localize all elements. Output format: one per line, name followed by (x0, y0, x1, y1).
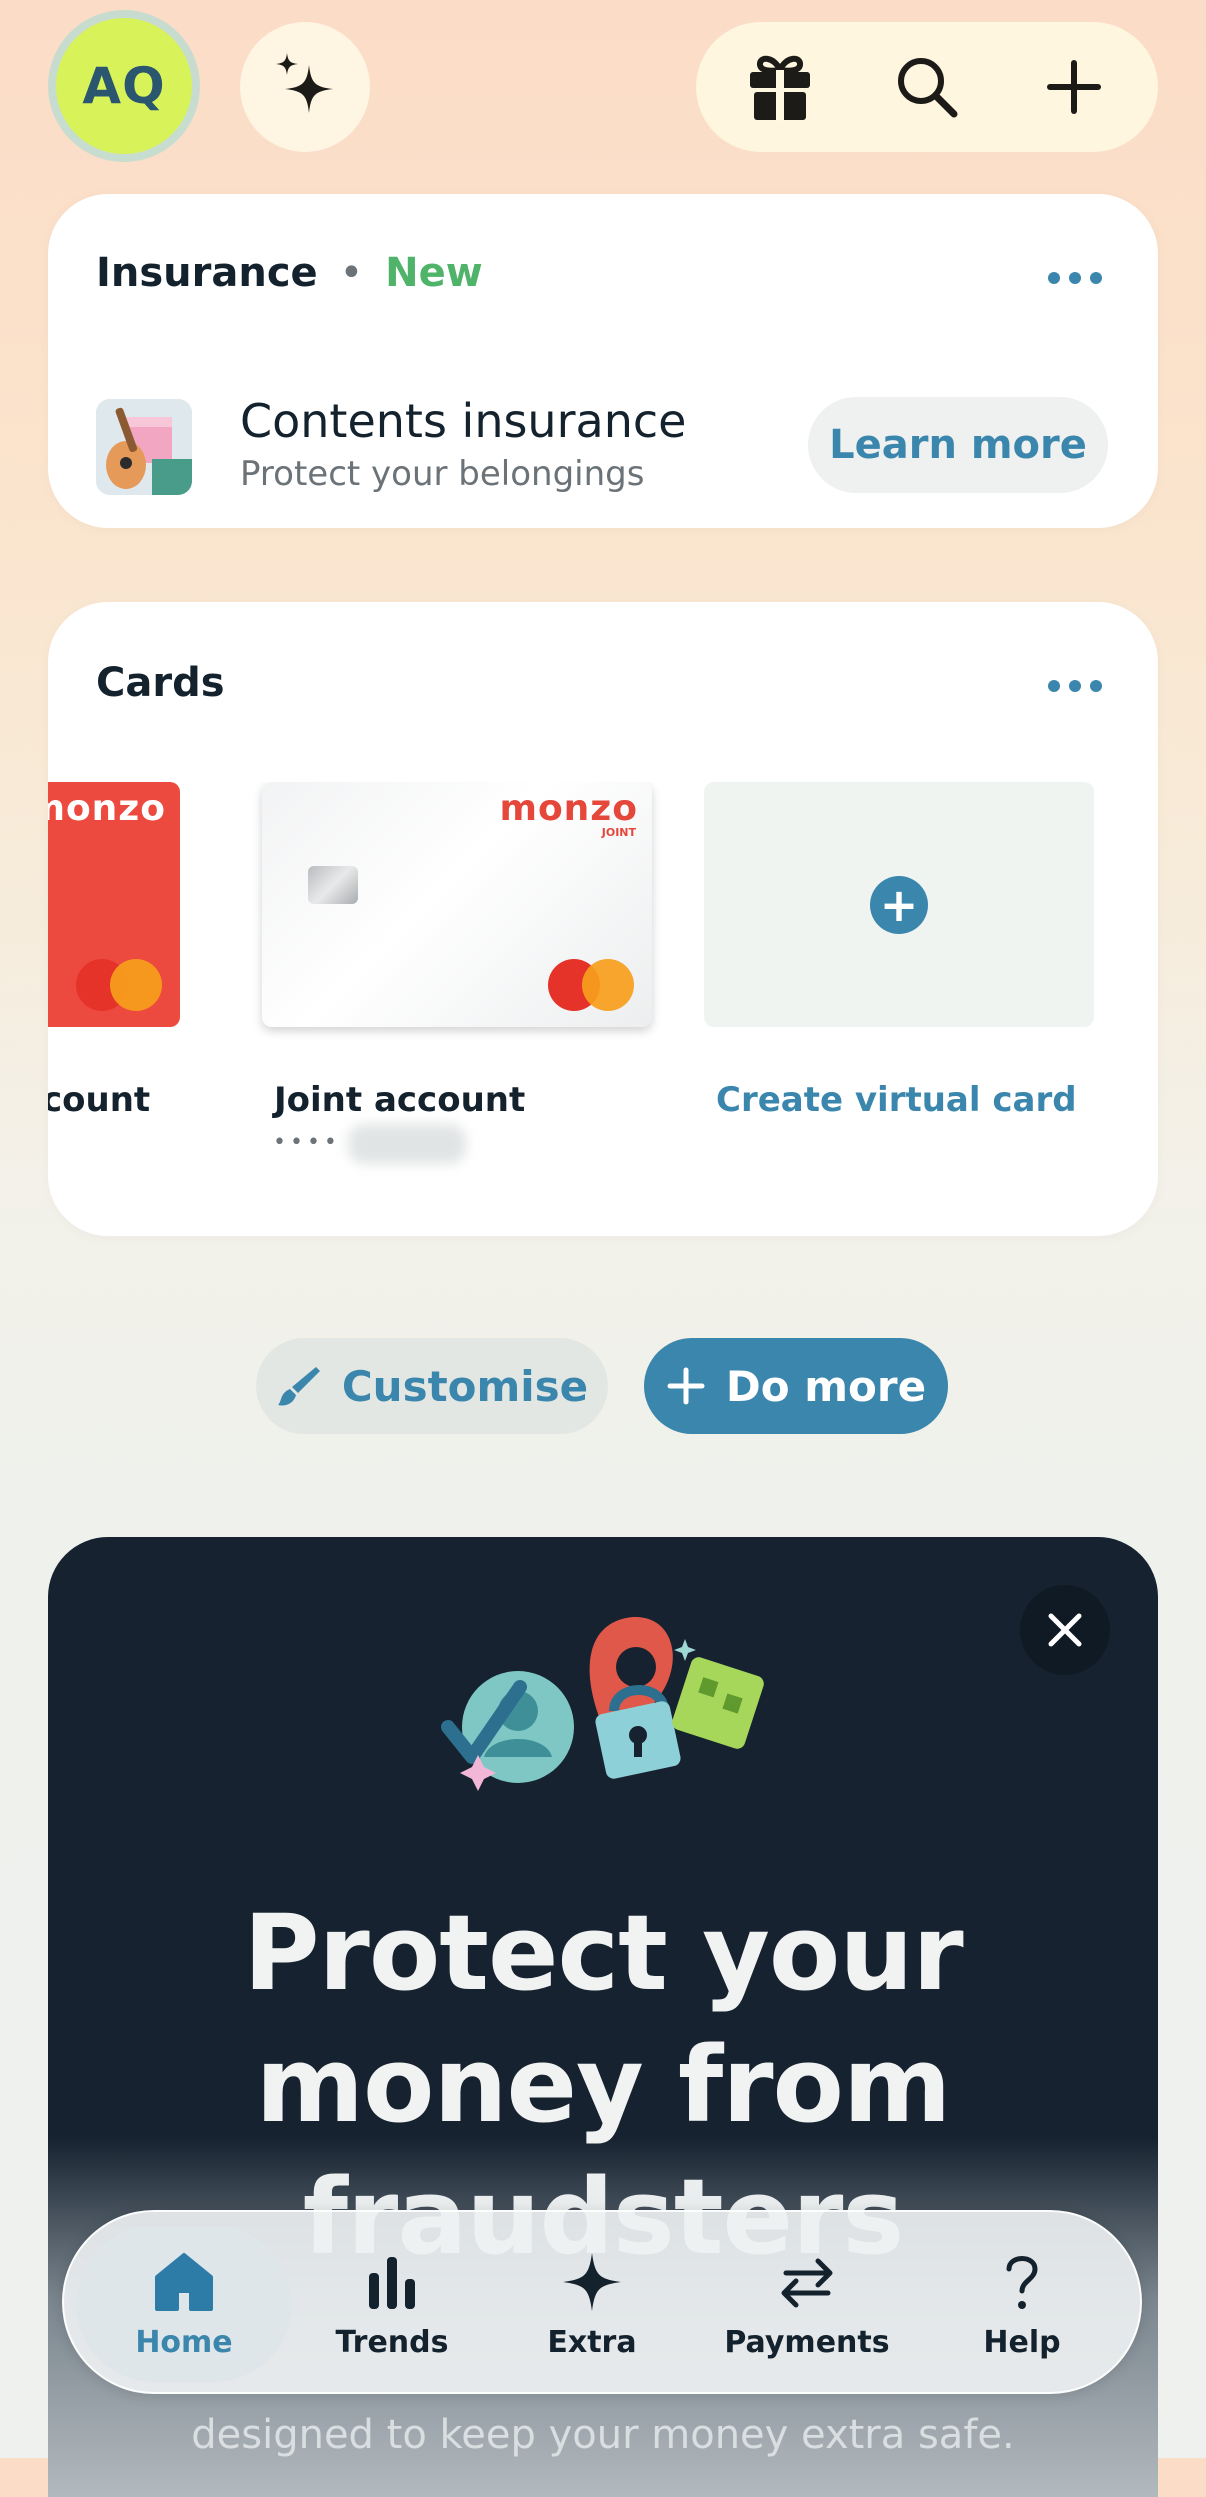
blurred-card-digits (348, 1124, 466, 1164)
create-virtual-card-link[interactable]: Create virtual card (716, 1080, 1077, 1120)
personal-account-label: count (48, 1080, 151, 1120)
tab-payments-label: Payments (724, 2324, 890, 2360)
title-separator: • (339, 250, 364, 296)
cards-title: Cards (96, 660, 225, 706)
monzo-logo: monzo (48, 788, 166, 829)
cards-carousel[interactable]: monzo count monzo JOINT Joint account ••… (48, 782, 1158, 1202)
tab-trends[interactable]: Trends (292, 2226, 492, 2382)
tab-help-label: Help (983, 2324, 1061, 2360)
transfer-arrows-icon (781, 2258, 833, 2307)
chip-icon (308, 866, 358, 904)
more-dot-icon (1090, 680, 1102, 692)
bar-chart-icon (369, 2256, 415, 2309)
mastercard-icon (76, 959, 162, 1011)
contents-insurance-title: Contents insurance (240, 394, 687, 448)
contents-insurance-illustration (96, 399, 192, 495)
more-dot-icon (1090, 272, 1102, 284)
contents-insurance-subtitle: Protect your belongings (240, 454, 645, 494)
customise-label: Customise (341, 1361, 589, 1411)
plus-circle-icon: + (870, 875, 928, 934)
cards-more-button[interactable] (1048, 680, 1102, 692)
plus-icon (1047, 60, 1102, 114)
avatar[interactable]: AQ (56, 18, 192, 154)
joint-label: JOINT (601, 826, 636, 839)
tab-extra[interactable]: Extra (492, 2226, 692, 2382)
new-badge: New (385, 250, 483, 296)
cards-card: Cards monzo count monzo JOINT Joint acco… (48, 602, 1158, 1236)
search-button[interactable] (882, 42, 972, 132)
customise-button[interactable]: Customise (256, 1338, 608, 1434)
home-icon (155, 2252, 213, 2311)
create-virtual-card-tile[interactable]: + (704, 782, 1094, 1027)
masked-card-number: •••• (273, 1130, 341, 1155)
more-dot-icon (1048, 272, 1060, 284)
insurance-more-button[interactable] (1048, 272, 1102, 284)
help-icon (1006, 2255, 1038, 2309)
learn-more-button[interactable]: Learn more (808, 397, 1108, 493)
ai-assistant-button[interactable] (240, 22, 370, 152)
gift-button[interactable] (735, 42, 825, 132)
insurance-header: Insurance • New (96, 250, 483, 296)
monzo-logo: monzo (499, 788, 638, 829)
sparkle-icon (563, 2252, 621, 2311)
top-actions (696, 22, 1158, 152)
tab-help[interactable]: Help (922, 2226, 1122, 2382)
insurance-card: Insurance • New Contents insurance Prote… (48, 194, 1158, 528)
personal-account-card[interactable]: monzo (48, 782, 180, 1027)
tab-home[interactable]: Home (76, 2226, 292, 2382)
bottom-tab-bar: Home Trends Extra Payments Help (62, 2210, 1142, 2394)
plus-icon (667, 1367, 705, 1405)
more-dot-icon (1048, 680, 1060, 692)
tab-extra-label: Extra (547, 2324, 637, 2360)
close-icon (1048, 1613, 1082, 1647)
joint-account-card[interactable]: monzo JOINT (262, 782, 652, 1027)
more-dot-icon (1069, 272, 1081, 284)
tab-trends-label: Trends (335, 2324, 449, 2360)
promo-body: designed to keep your money extra safe. (191, 2412, 1015, 2458)
paintbrush-icon (277, 1367, 320, 1406)
security-illustration (441, 1616, 764, 1791)
insurance-title: Insurance (96, 250, 318, 296)
top-bar: AQ (0, 0, 1206, 170)
do-more-button[interactable]: Do more (644, 1338, 948, 1434)
more-dot-icon (1069, 680, 1081, 692)
mastercard-icon (548, 959, 634, 1011)
close-button[interactable] (1020, 1585, 1110, 1675)
sparkle-icon (276, 53, 333, 113)
gift-icon (749, 55, 810, 122)
joint-account-label: Joint account (274, 1080, 526, 1120)
search-icon (897, 58, 958, 118)
tab-payments[interactable]: Payments (692, 2226, 922, 2382)
tab-home-label: Home (135, 2324, 233, 2360)
do-more-label: Do more (725, 1361, 927, 1411)
add-button[interactable] (1029, 42, 1119, 132)
